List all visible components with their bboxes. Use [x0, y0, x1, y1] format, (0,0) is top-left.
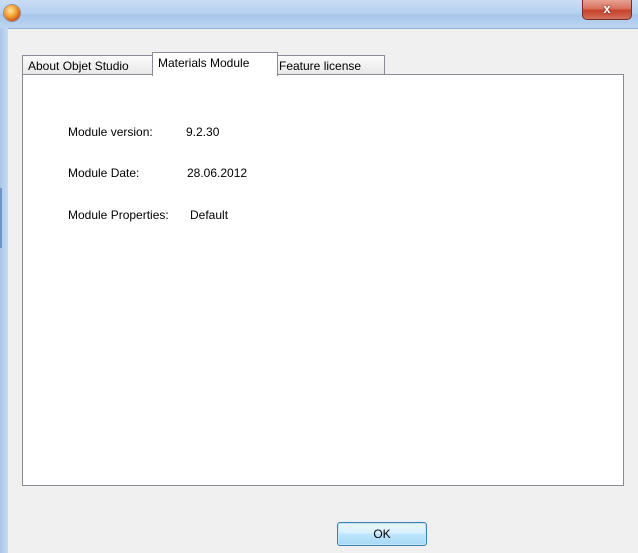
tab-about-objet-studio[interactable]: About Objet Studio: [22, 55, 154, 76]
module-properties-row: Module Properties: Default: [68, 208, 228, 222]
module-properties-value: Default: [190, 208, 229, 222]
module-date-label: Module Date:: [68, 166, 140, 180]
module-date-value: 28.06.2012: [187, 166, 248, 180]
module-version-row: Module version: 9.2.30: [68, 125, 219, 139]
module-version-label: Module version:: [68, 125, 153, 139]
dialog-window: x About Objet Studio Materials Module Fe…: [0, 0, 638, 553]
materials-module-panel: Module version: 9.2.30 Module Date: 28.0…: [22, 74, 624, 486]
app-orb-icon: [4, 5, 20, 21]
ok-button[interactable]: OK: [337, 522, 427, 546]
module-properties-label: Module Properties:: [68, 208, 169, 222]
window-frame-left: [0, 28, 8, 553]
module-date-row: Module Date: 28.06.2012: [68, 166, 247, 180]
tab-feature-license[interactable]: Feature license: [273, 55, 385, 76]
tab-materials-module[interactable]: Materials Module: [152, 52, 278, 76]
module-version-value: 9.2.30: [186, 125, 220, 139]
close-button[interactable]: x: [582, 0, 632, 20]
title-bar[interactable]: x: [0, 0, 638, 29]
